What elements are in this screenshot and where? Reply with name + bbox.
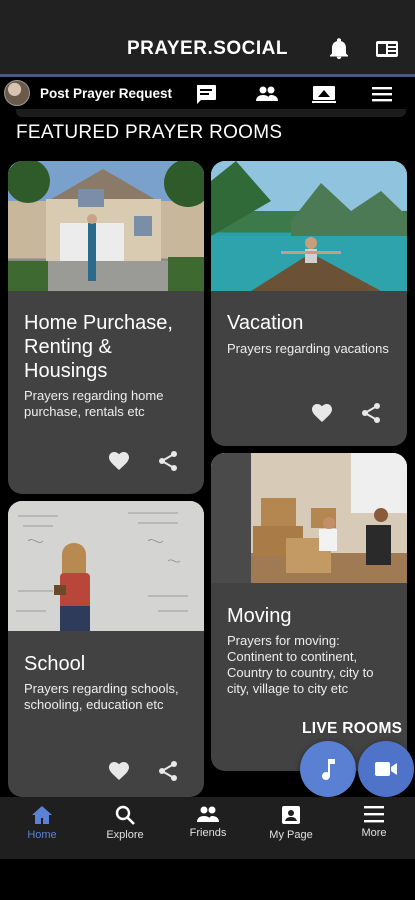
vacation-photo (211, 161, 407, 291)
video-camera-icon (375, 762, 397, 776)
nav-label: My Page (269, 829, 313, 841)
moving-photo (211, 453, 407, 583)
nav-home[interactable]: Home (7, 805, 77, 841)
nav-my-page[interactable]: My Page (256, 805, 326, 841)
nav-more[interactable]: More (339, 805, 409, 839)
nav-explore[interactable]: Explore (90, 805, 160, 841)
card-title: Moving (227, 605, 292, 627)
share-icon[interactable] (359, 401, 383, 425)
nav-label: Friends (189, 827, 227, 839)
nav-label: Home (27, 829, 57, 841)
profile-card-icon (282, 806, 300, 824)
menu-icon (364, 806, 384, 823)
school-photo (8, 501, 204, 631)
avatar[interactable] (4, 80, 30, 106)
card-title: Vacation (227, 312, 304, 334)
house-photo (8, 161, 204, 291)
heart-icon[interactable] (107, 759, 131, 783)
system-bar (0, 859, 415, 900)
share-icon[interactable] (156, 449, 180, 473)
prayer-room-card-vacation[interactable]: Vacation Prayers regarding vacations (211, 161, 407, 446)
heart-icon[interactable] (107, 449, 131, 473)
audio-room-button[interactable] (300, 741, 356, 797)
app-title: PRAYER.SOCIAL (127, 38, 288, 59)
card-title: Home Purchase, Renting & Housings (24, 312, 173, 382)
share-icon[interactable] (156, 759, 180, 783)
people-icon[interactable] (254, 82, 280, 106)
search-icon (115, 805, 135, 825)
card-description: Prayers regarding home purchase, rentals… (24, 388, 164, 419)
card-description: Prayers regarding schools, schooling, ed… (24, 681, 179, 712)
cast-icon[interactable] (311, 82, 337, 106)
music-note-icon (322, 759, 335, 780)
card-description: Prayers for moving: Continent to contine… (227, 633, 374, 696)
live-rooms-label: LIVE ROOMS (302, 720, 403, 737)
section-title: FEATURED PRAYER ROOMS (16, 122, 283, 143)
prayer-room-card-school[interactable]: School Prayers regarding schools, school… (8, 501, 204, 797)
nav-friends[interactable]: Friends (173, 805, 243, 839)
divider (16, 109, 406, 117)
menu-icon[interactable] (369, 82, 395, 106)
chat-icon[interactable] (193, 82, 219, 106)
nav-label: Explore (106, 829, 144, 841)
post-prayer-request-button[interactable]: Post Prayer Request (40, 86, 172, 101)
people-icon (197, 806, 219, 822)
heart-icon[interactable] (310, 401, 334, 425)
bottom-navigation: Home Explore Friends My Page More (0, 797, 415, 859)
video-room-button[interactable] (358, 741, 414, 797)
card-title: School (24, 653, 86, 675)
app-screen: PRAYER.SOCIAL Post Prayer Request FEATUR… (0, 0, 415, 900)
home-icon (32, 806, 52, 824)
bell-icon[interactable] (326, 36, 352, 62)
nav-label: More (361, 827, 387, 839)
prayer-room-card-home[interactable]: Home Purchase, Renting & Housings Prayer… (8, 161, 204, 494)
panel-icon[interactable] (374, 36, 400, 62)
action-bar: Post Prayer Request (0, 78, 415, 110)
card-description: Prayers regarding vacations (227, 341, 389, 356)
app-header: PRAYER.SOCIAL (0, 0, 415, 77)
